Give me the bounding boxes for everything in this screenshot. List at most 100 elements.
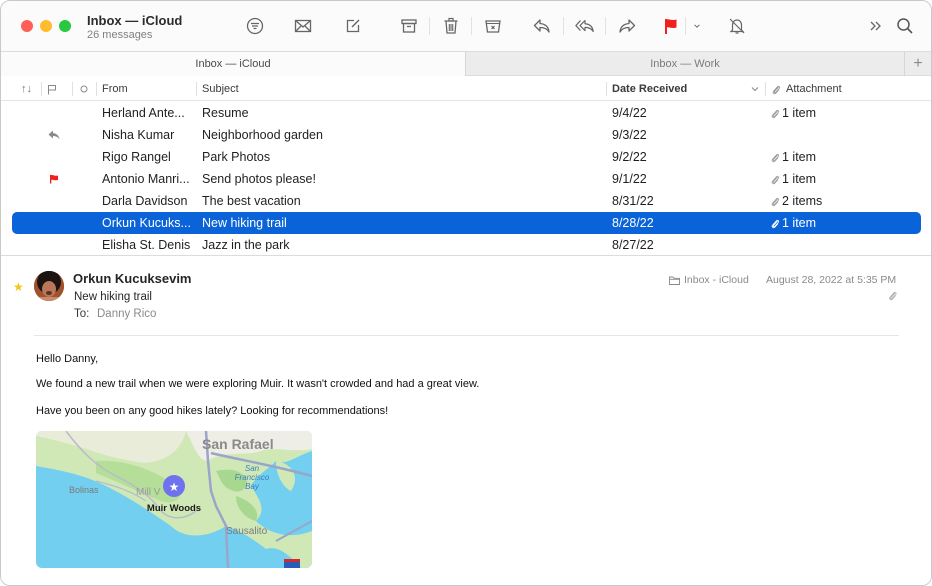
envelope-icon bbox=[294, 19, 312, 33]
message-subject: New hiking trail bbox=[74, 291, 152, 303]
get-mail-button[interactable] bbox=[291, 14, 315, 38]
archive-button[interactable] bbox=[397, 14, 421, 38]
chevron-down-icon bbox=[694, 24, 700, 28]
flag-outline-icon bbox=[48, 84, 56, 94]
message-from: Darla Davidson bbox=[102, 194, 188, 208]
message-subject: Send photos please! bbox=[202, 172, 316, 186]
svg-text:★: ★ bbox=[169, 480, 180, 494]
reply-button[interactable] bbox=[530, 14, 554, 38]
message-from: Rigo Rangel bbox=[102, 150, 171, 164]
flag-button[interactable] bbox=[659, 14, 683, 38]
message-attachment: 2 items bbox=[770, 190, 910, 212]
mute-button[interactable] bbox=[725, 14, 749, 38]
message-subject: New hiking trail bbox=[202, 216, 287, 230]
reply-icon bbox=[533, 19, 550, 33]
message-date: 8/27/22 bbox=[612, 238, 654, 252]
attachment-indicator[interactable] bbox=[887, 290, 898, 304]
sort-column-header[interactable]: ↑↓ bbox=[21, 77, 32, 101]
message-date: 9/2/22 bbox=[612, 150, 647, 164]
paperclip-icon bbox=[771, 219, 780, 228]
filter-button[interactable] bbox=[243, 14, 267, 38]
date-column-header[interactable]: Date Received bbox=[612, 77, 687, 101]
mailbox-name: Inbox - iCloud bbox=[684, 274, 749, 286]
paperclip-icon bbox=[772, 85, 781, 94]
delete-button[interactable] bbox=[439, 14, 463, 38]
message-row[interactable]: Orkun Kucuks... New hiking trail 8/28/22 1 … bbox=[12, 212, 921, 234]
compose-button[interactable] bbox=[341, 14, 365, 38]
paperclip-icon bbox=[771, 153, 780, 162]
junk-button[interactable] bbox=[481, 14, 505, 38]
map-label-bay-3: Bay bbox=[245, 482, 260, 491]
attachment-column-header[interactable]: Attachment bbox=[771, 77, 842, 101]
message-date: 8/28/22 bbox=[612, 216, 654, 230]
body-paragraph-2: Have you been on any good hikes lately? … bbox=[36, 405, 389, 417]
message-attachment: 1 item bbox=[770, 168, 910, 190]
from-column-header[interactable]: From bbox=[102, 77, 128, 101]
flag-menu-button[interactable] bbox=[687, 14, 707, 38]
forward-button[interactable] bbox=[615, 14, 639, 38]
message-from: Orkun Kucuks... bbox=[102, 216, 191, 230]
message-subject: Neighborhood garden bbox=[202, 128, 323, 142]
message-row[interactable]: Darla Davidson The best vacation 8/31/22 2 … bbox=[12, 190, 921, 212]
flag-icon[interactable] bbox=[46, 168, 62, 190]
recipient-name[interactable]: Danny Rico bbox=[97, 308, 156, 320]
status-column-header[interactable] bbox=[80, 77, 88, 101]
sender-name[interactable]: Orkun Kucuksevim bbox=[73, 271, 192, 286]
column-header: ↑↓ From Subject Date Received Attachment bbox=[1, 77, 931, 101]
map-label-sausalito: Sausalito bbox=[226, 526, 268, 537]
plus-icon: + bbox=[913, 55, 923, 72]
map-pin-label: Muir Woods bbox=[147, 503, 201, 514]
message-date: 9/1/22 bbox=[612, 172, 647, 186]
message-row[interactable]: Rigo Rangel Park Photos 9/2/22 1 item bbox=[12, 146, 921, 168]
message-row[interactable]: Antonio Manri... Send photos please! 9/1/2… bbox=[12, 168, 921, 190]
attachment-count: 1 item bbox=[782, 106, 817, 120]
message-list: Herland Ante... Resume 9/4/22 1 item Nisha K… bbox=[1, 102, 931, 256]
window-title: Inbox — iCloud bbox=[87, 13, 183, 28]
forward-icon bbox=[619, 19, 636, 33]
reply-all-icon bbox=[575, 19, 594, 33]
search-button[interactable] bbox=[893, 14, 917, 38]
attachment-count: 1 item bbox=[782, 150, 817, 164]
attachment-column-label: Attachment bbox=[786, 83, 842, 95]
more-toolbar-button[interactable] bbox=[864, 14, 888, 38]
message-subject: Resume bbox=[202, 106, 249, 120]
new-tab-button[interactable]: + bbox=[904, 52, 931, 76]
folder-icon bbox=[669, 276, 680, 285]
search-icon bbox=[897, 18, 913, 34]
message-attachment: 1 item bbox=[770, 146, 910, 168]
chevron-double-right-icon bbox=[870, 21, 881, 31]
paperclip-icon bbox=[771, 175, 780, 184]
unread-circle-icon bbox=[80, 85, 88, 93]
message-from: Nisha Kumar bbox=[102, 128, 175, 142]
attachment-count: 1 item bbox=[782, 216, 817, 230]
sender-avatar bbox=[34, 271, 64, 301]
attachment-count: 2 items bbox=[782, 194, 823, 208]
zoom-window-button[interactable] bbox=[59, 20, 71, 32]
message-row[interactable]: Elisha St. Denis Jazz in the park 8/27/22 bbox=[12, 234, 921, 256]
map-attachment[interactable]: San Rafael San Francisco Bay Bolinas Mil… bbox=[36, 431, 312, 568]
message-subject: The best vacation bbox=[202, 194, 301, 208]
message-viewer: ★ Orkun Kucuksevim New hiking trail To: … bbox=[1, 256, 931, 585]
mailbox-location[interactable]: Inbox - iCloud bbox=[669, 274, 749, 286]
flag-column-header[interactable] bbox=[47, 77, 57, 101]
sort-direction-chevron[interactable] bbox=[750, 77, 760, 101]
close-window-button[interactable] bbox=[21, 20, 33, 32]
subject-column-header[interactable]: Subject bbox=[202, 77, 239, 101]
message-row[interactable]: Herland Ante... Resume 9/4/22 1 item bbox=[12, 102, 921, 124]
message-row[interactable]: Nisha Kumar Neighborhood garden 9/3/22 bbox=[12, 124, 921, 146]
archive-icon bbox=[401, 19, 417, 33]
sort-icon: ↑↓ bbox=[21, 83, 32, 95]
trash-icon bbox=[444, 17, 458, 34]
message-from: Antonio Manri... bbox=[102, 172, 190, 186]
message-from: Herland Ante... bbox=[102, 106, 185, 120]
reply-all-button[interactable] bbox=[573, 14, 597, 38]
map-label-bay-1: San bbox=[245, 464, 260, 473]
map-image: San Rafael San Francisco Bay Bolinas Mil… bbox=[36, 431, 312, 568]
tab-inbox-icloud[interactable]: Inbox — iCloud bbox=[1, 52, 466, 76]
map-label-mill-valley: Mill V bbox=[136, 487, 161, 498]
filter-icon bbox=[246, 17, 264, 35]
toolbar: Inbox — iCloud 26 messages bbox=[1, 1, 931, 51]
tab-inbox-work[interactable]: Inbox — Work bbox=[466, 52, 904, 76]
message-attachment: 1 item bbox=[770, 212, 910, 234]
minimize-window-button[interactable] bbox=[40, 20, 52, 32]
